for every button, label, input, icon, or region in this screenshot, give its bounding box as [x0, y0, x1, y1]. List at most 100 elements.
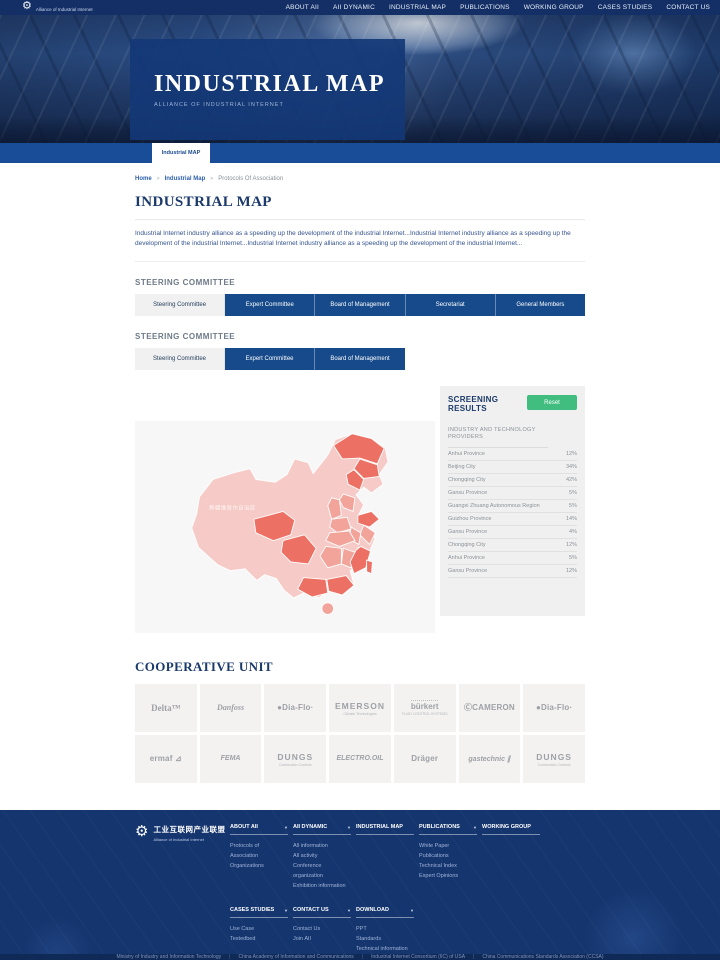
footer-column-title[interactable]: INDUSTRIAL MAP — [356, 824, 414, 835]
partner-logo[interactable]: EMERSON Climate Technologies — [329, 684, 391, 732]
partner-logo[interactable]: FEMA — [200, 735, 262, 783]
province-row[interactable]: Anhui Province 5% — [448, 552, 577, 565]
province-row[interactable]: Guizhou Province 14% — [448, 513, 577, 526]
committee-tab[interactable]: Expert Committee — [225, 348, 315, 370]
footer-link[interactable]: All activity — [293, 851, 351, 861]
committee-tab[interactable]: Expert Committee — [225, 294, 315, 316]
footer-column-title[interactable]: CONTACT US ▼ — [293, 907, 351, 918]
province-row[interactable]: Gansu Province 5% — [448, 487, 577, 500]
province-row[interactable]: Chongqing City 12% — [448, 539, 577, 552]
partner-logo[interactable]: Dräger — [394, 735, 456, 783]
tab-industrial-map[interactable]: Industrial MAP — [152, 143, 210, 163]
footer-column-title[interactable]: DOWNLOAD ▼ — [356, 907, 414, 918]
breadcrumb-separator-icon: > — [210, 176, 213, 182]
footer-link[interactable]: Exhibition information — [293, 881, 351, 891]
partner-logo[interactable]: ermaf ⊿ — [135, 735, 197, 783]
partner-logo-name: Dräger — [411, 754, 438, 763]
footer-link[interactable]: White Paper — [419, 841, 477, 851]
chevron-down-icon: ▼ — [347, 825, 351, 830]
breadcrumb-item[interactable]: Protocols Of Association — [218, 176, 283, 182]
committee-tab[interactable]: Secretariat — [406, 294, 496, 316]
partner-logo[interactable]: DUNGS Combustion Controls — [264, 735, 326, 783]
province-row[interactable]: Gansu Province 12% — [448, 565, 577, 578]
screening-subtitle: INDUSTRY AND TECHNOLOGY PROVIDERS — [448, 427, 548, 448]
partner-logo[interactable]: Danfoss — [200, 684, 262, 732]
breadcrumb-item[interactable]: Home — [135, 176, 152, 182]
province-row[interactable]: Guangxi Zhuang Autonomous Region 5% — [448, 500, 577, 513]
province-name: Chongqing City — [448, 542, 486, 548]
footer-column-title[interactable]: WORKING GROUP — [482, 824, 540, 835]
footer-column-label: ABOUT AII — [230, 824, 258, 830]
footer-link[interactable]: Technical Index — [419, 861, 477, 871]
footer-link[interactable]: Contact Us — [293, 924, 351, 934]
chevron-down-icon: ▼ — [284, 825, 288, 830]
committee-tab[interactable]: Board of Management — [315, 348, 405, 370]
footer-link[interactable]: Expert Opinions — [419, 871, 477, 881]
partner-logo-subtext: Combustion Controls — [538, 763, 571, 767]
nav-item[interactable]: ABOUT AII — [286, 4, 319, 11]
province-row[interactable]: Anhui Province 12% — [448, 448, 577, 461]
partner-logo[interactable]: ●Dia-Flo· — [264, 684, 326, 732]
partner-logo[interactable]: ●Dia-Flo· — [523, 684, 585, 732]
footer-link[interactable]: Conference organization — [293, 861, 351, 881]
footer-link[interactable]: Organizations — [230, 861, 288, 871]
screening-results-panel: SCREENING RESULTS Reset INDUSTRY AND TEC… — [440, 386, 585, 616]
province-row[interactable]: Beijing City 34% — [448, 461, 577, 474]
footer-link[interactable]: Join AII — [293, 934, 351, 944]
map-section: 新疆维吾尔自治区 SCREENING RESULTS Reset INDUSTR… — [135, 386, 585, 633]
map-region-taiwan[interactable] — [367, 560, 373, 574]
footer-link[interactable]: Protocols of Association — [230, 841, 288, 861]
footer-link[interactable]: Publications — [419, 851, 477, 861]
footer-link[interactable]: All information — [293, 841, 351, 851]
footer-column: PUBLICATIONS ▼ White PaperPublicationsTe… — [419, 824, 477, 891]
committee-tab[interactable]: General Members — [496, 294, 585, 316]
footer-column-title[interactable]: ABOUT AII ▼ — [230, 824, 288, 835]
partner-logo[interactable]: ELECTRO.OIL — [329, 735, 391, 783]
nav-item[interactable]: CASES STUDIES — [598, 4, 653, 11]
nav-item[interactable]: PUBLICATIONS — [460, 4, 510, 11]
partner-link[interactable]: Ministry of Industry and Information Tec… — [116, 954, 221, 960]
nav-item[interactable]: WORKING GROUP — [524, 4, 584, 11]
province-percent: 5% — [569, 490, 577, 496]
footer-link-list: PPTStandardsTechnical information — [356, 924, 414, 954]
committee-tab[interactable]: Steering Committee — [135, 294, 225, 316]
footer-column-title[interactable]: AII DYNAMIC ▼ — [293, 824, 351, 835]
china-choropleth-map[interactable]: 新疆维吾尔自治区 — [135, 421, 435, 633]
partner-logo[interactable]: ⒸCAMERON — [459, 684, 521, 732]
footer-link[interactable]: Testedbed — [230, 934, 288, 944]
map-region-hainan[interactable] — [322, 603, 334, 615]
province-row[interactable]: Chongqing City 42% — [448, 474, 577, 487]
province-name: Anhui Province — [448, 555, 485, 561]
nav-item[interactable]: INDUSTRIAL MAP — [389, 4, 446, 11]
partner-logo[interactable]: bürkert FLUID CONTROL SYSTEMS — [394, 684, 456, 732]
header-brand[interactable]: ⚙ Alliance of Industrial Internet — [22, 3, 93, 12]
footer-link[interactable]: Technical information — [356, 944, 414, 954]
footer-brand-en: Alliance of Industrial Internet — [153, 837, 225, 842]
breadcrumb-item[interactable]: Industrial Map — [165, 176, 206, 182]
partner-link[interactable]: China Communications Standards Associati… — [465, 954, 603, 960]
footer-link[interactable]: PPT — [356, 924, 414, 934]
footer-link[interactable]: Use Case — [230, 924, 288, 934]
footer-column: CASES STUDIES ▼ Use CaseTestedbed — [230, 907, 288, 954]
footer-column-title[interactable]: PUBLICATIONS ▼ — [419, 824, 477, 835]
partner-logo[interactable]: Delta™ — [135, 684, 197, 732]
committee-tab[interactable]: Steering Committee — [135, 348, 225, 370]
footer-column-title[interactable]: CASES STUDIES ▼ — [230, 907, 288, 918]
footer-brand[interactable]: ⚙ 工业互联网产业联盟 Alliance of Industrial Inter… — [135, 824, 230, 954]
nav-item[interactable]: CONTACT US — [666, 4, 710, 11]
province-row[interactable]: Gansu Province 4% — [448, 526, 577, 539]
footer-link[interactable]: Standards — [356, 934, 414, 944]
nav-item[interactable]: AII DYNAMIC — [333, 4, 375, 11]
partner-logo[interactable]: DUNGS Combustion Controls — [523, 735, 585, 783]
partner-logo-name: Danfoss — [217, 703, 244, 712]
partner-link[interactable]: Industrial Internet Consortium (IIC) of … — [354, 954, 465, 960]
breadcrumb: Home > Industrial Map > Protocols Of Ass… — [135, 176, 585, 182]
committee-tab[interactable]: Board of Management — [315, 294, 405, 316]
footer-column-label: PUBLICATIONS — [419, 824, 460, 830]
partner-logo[interactable]: gastechnic ∥ — [459, 735, 521, 783]
top-nav: ⚙ Alliance of Industrial Internet ABOUT … — [0, 0, 720, 15]
partner-link[interactable]: China Academy of Information and Communi… — [221, 954, 354, 960]
chevron-down-icon: ▼ — [284, 908, 288, 913]
reset-button[interactable]: Reset — [527, 395, 577, 410]
footer-link-list: White PaperPublicationsTechnical IndexEx… — [419, 841, 477, 881]
